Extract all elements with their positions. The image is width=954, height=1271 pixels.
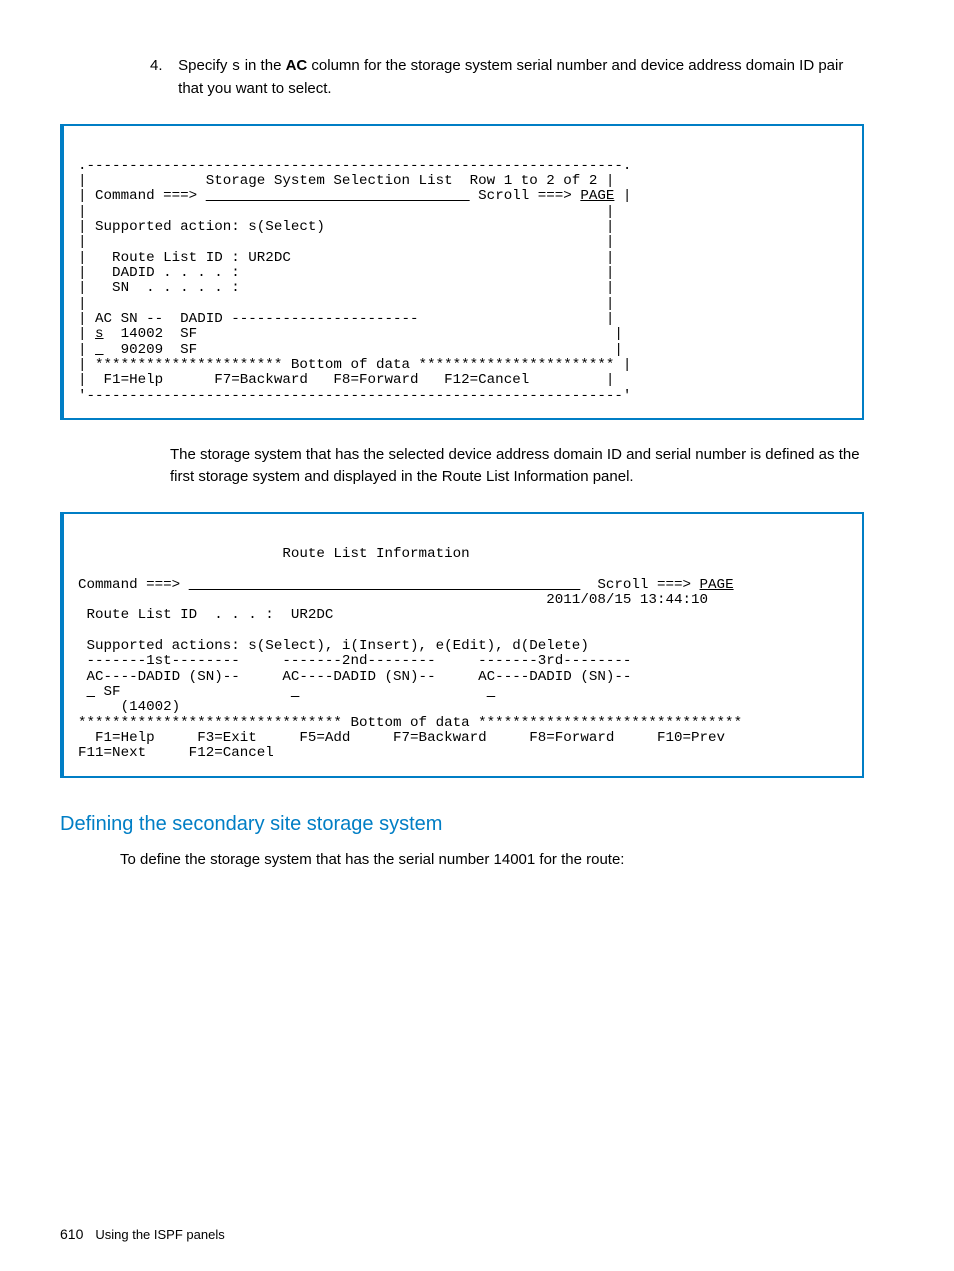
scroll-page-2: PAGE (700, 577, 734, 593)
step-4: 4. Specify s in the AC column for the st… (150, 55, 864, 100)
command-input-2 (189, 577, 581, 593)
ac-field-1 (87, 684, 96, 700)
bold-ac: AC (286, 57, 308, 74)
code-s: s (232, 58, 241, 75)
scroll-page: PAGE (580, 188, 614, 204)
ac-blank (95, 342, 104, 358)
description-paragraph: The storage system that has the selected… (170, 444, 864, 488)
ac-select-s: s (95, 326, 104, 342)
page-footer: 610 Using the ISPF panels (60, 1224, 225, 1245)
page-number: 610 (60, 1226, 83, 1242)
terminal-route-list-info: Route List Information Command ===> Scro… (60, 512, 864, 778)
section-body: To define the storage system that has th… (120, 849, 864, 871)
step-body: Specify s in the AC column for the stora… (178, 55, 862, 100)
command-input (206, 188, 470, 204)
footer-text: Using the ISPF panels (95, 1227, 224, 1242)
section-heading: Defining the secondary site storage syst… (60, 810, 894, 839)
terminal-storage-selection: .---------------------------------------… (60, 124, 864, 421)
step-number: 4. (150, 55, 174, 77)
ac-field-3 (487, 684, 496, 700)
